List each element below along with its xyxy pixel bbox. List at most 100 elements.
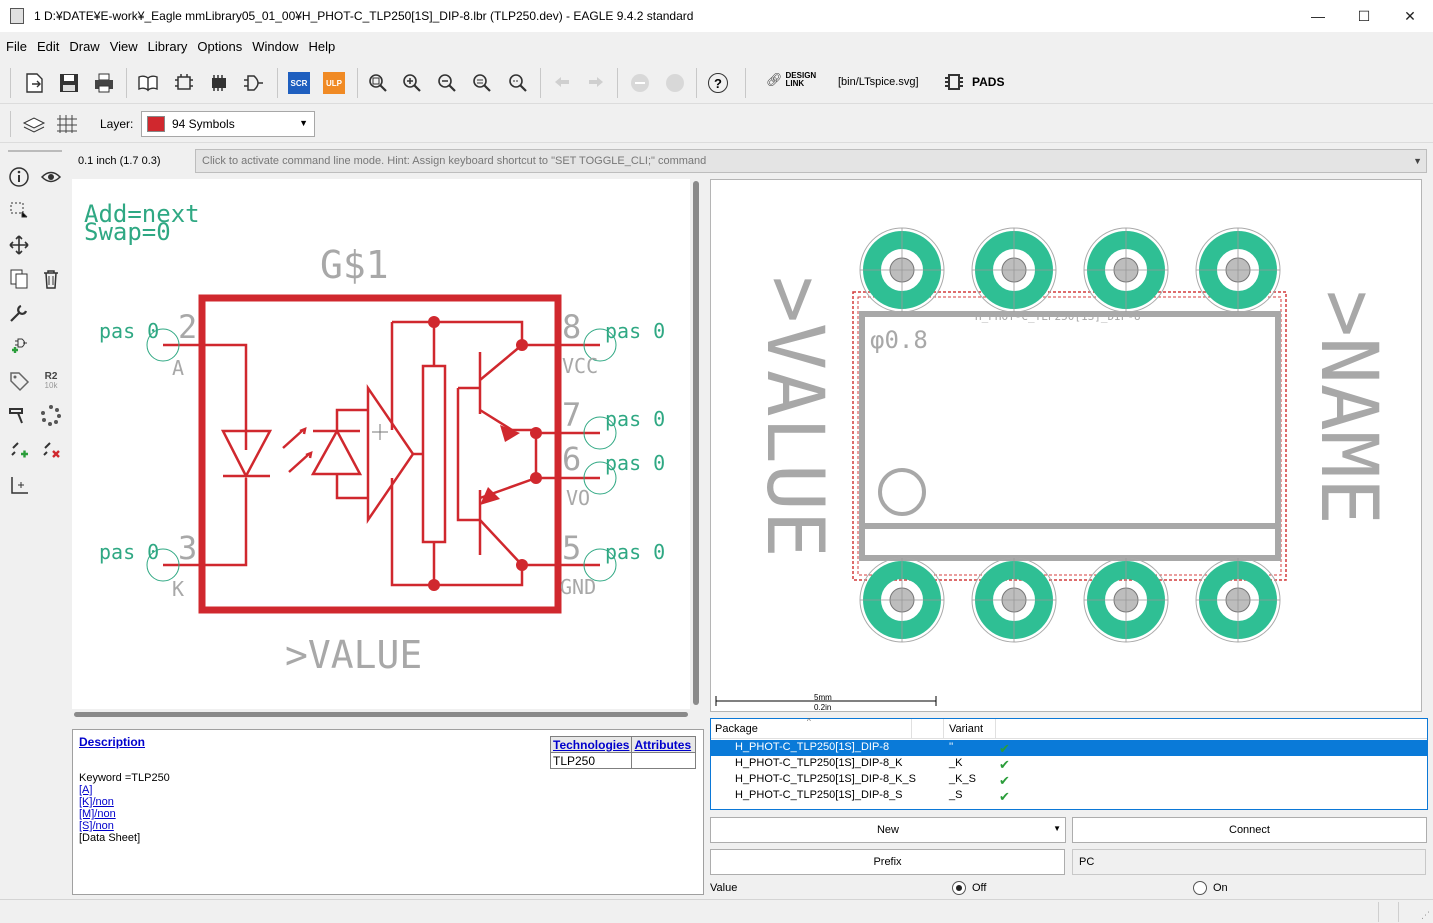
variant-row[interactable]: H_PHOT-C_TLP250[1S]_DIP-8_K _K ✔ bbox=[711, 756, 1427, 772]
variant-row[interactable]: H_PHOT-C_TLP250[1S]_DIP-8 '' ✔ bbox=[711, 740, 1427, 756]
symbol-editor-canvas[interactable]: Add=next Swap=0 G$1 >VALUE pas 0 pas 0 p… bbox=[72, 179, 690, 709]
value-off-radio[interactable] bbox=[952, 881, 966, 895]
ulp-button[interactable]: ULP bbox=[320, 69, 348, 97]
column-variant[interactable]: Variant bbox=[949, 723, 983, 735]
description-link[interactable]: Description bbox=[79, 735, 145, 749]
tag-icon[interactable] bbox=[6, 368, 32, 394]
value-on-radio[interactable] bbox=[1193, 881, 1207, 895]
attributes-link[interactable]: Attributes bbox=[631, 736, 697, 753]
window-title: 1 D:¥DATE¥E-work¥_Eagle mmLibrary05_01_0… bbox=[34, 9, 694, 23]
symbol-vertical-scrollbar[interactable] bbox=[692, 179, 700, 709]
package-name-text: >NAME bbox=[1303, 290, 1393, 525]
variant-row[interactable]: H_PHOT-C_TLP250[1S]_DIP-8_K_S _K_S ✔ bbox=[711, 772, 1427, 788]
symbol-horizontal-scrollbar[interactable] bbox=[72, 710, 690, 718]
wrench-icon[interactable] bbox=[6, 300, 32, 326]
link-a[interactable]: [A] bbox=[79, 784, 170, 796]
help-icon[interactable]: ? bbox=[704, 69, 732, 97]
scroll-thumb[interactable] bbox=[693, 181, 699, 705]
connect-remove-icon[interactable] bbox=[38, 436, 64, 462]
pin6-number: 6 bbox=[562, 440, 581, 478]
value-tool-button[interactable]: R2 10k bbox=[38, 368, 64, 394]
technologies-link[interactable]: Technologies bbox=[549, 736, 633, 753]
layer-settings-icon[interactable] bbox=[22, 113, 48, 138]
new-button[interactable]: New ▼ bbox=[710, 817, 1066, 843]
menu-options[interactable]: Options bbox=[193, 39, 246, 54]
menu-help[interactable]: Help bbox=[304, 39, 339, 54]
pin-name-vo: VO bbox=[566, 486, 590, 510]
copy-icon[interactable] bbox=[6, 266, 32, 292]
grid-icon[interactable] bbox=[56, 113, 82, 138]
menu-view[interactable]: View bbox=[106, 39, 142, 54]
open-library-icon[interactable] bbox=[134, 69, 162, 97]
zoom-select-icon[interactable] bbox=[504, 69, 532, 97]
minimize-button[interactable]: — bbox=[1295, 0, 1341, 32]
sort-arrow-icon: ^ bbox=[807, 717, 811, 726]
script-button[interactable]: SCR bbox=[285, 69, 313, 97]
menu-library[interactable]: Library bbox=[144, 39, 192, 54]
zoom-last-icon[interactable] bbox=[468, 69, 496, 97]
connect-button[interactable]: Connect bbox=[1072, 817, 1427, 843]
resize-grip-icon[interactable]: ⋰ bbox=[1421, 910, 1430, 921]
layer-select[interactable]: 94 Symbols ▼ bbox=[141, 111, 315, 137]
menu-edit[interactable]: Edit bbox=[33, 39, 63, 54]
chevron-down-icon[interactable]: ▼ bbox=[1413, 150, 1422, 172]
menu-window[interactable]: Window bbox=[248, 39, 302, 54]
rotate-dots-icon[interactable] bbox=[38, 402, 64, 428]
layer-bar: Layer: 94 Symbols ▼ bbox=[0, 105, 1433, 143]
add-part-icon[interactable] bbox=[6, 334, 32, 360]
toolbar-separator bbox=[745, 68, 746, 98]
command-line-input[interactable]: Click to activate command line mode. Hin… bbox=[195, 149, 1427, 173]
pin-name-k: K bbox=[172, 577, 184, 601]
move-icon[interactable] bbox=[6, 232, 32, 258]
design-link-button[interactable]: 🔗︎ DESIGN LINK bbox=[766, 72, 816, 88]
package-view-icon[interactable] bbox=[205, 69, 233, 97]
link-k[interactable]: [K]/non bbox=[79, 796, 170, 808]
pin-name-gnd: GND bbox=[560, 575, 596, 599]
device-view-icon[interactable] bbox=[240, 69, 268, 97]
layer-color-swatch bbox=[147, 116, 165, 132]
stop-icon[interactable] bbox=[626, 69, 654, 97]
pads-button[interactable]: PADS bbox=[944, 72, 1004, 92]
smash-icon[interactable] bbox=[6, 402, 32, 428]
new-file-icon[interactable] bbox=[20, 69, 48, 97]
package-name-label: H_PHOT-C_TLP250[1S]_DIP-8 bbox=[975, 310, 1141, 323]
check-icon: ✔ bbox=[999, 757, 1010, 772]
package-variant-list[interactable]: Package ^ Variant H_PHOT-C_TLP250[1S]_DI… bbox=[710, 717, 1428, 810]
zoom-out-icon[interactable] bbox=[433, 69, 461, 97]
info-icon[interactable] bbox=[6, 164, 32, 190]
delete-icon[interactable] bbox=[38, 266, 64, 292]
cursor-crosshair bbox=[372, 424, 388, 440]
pad bbox=[859, 227, 945, 313]
column-package[interactable]: Package bbox=[715, 723, 758, 735]
menu-draw[interactable]: Draw bbox=[65, 39, 103, 54]
origin-icon[interactable] bbox=[6, 472, 32, 498]
zoom-in-icon[interactable] bbox=[398, 69, 426, 97]
show-icon[interactable] bbox=[38, 164, 64, 190]
app-icon bbox=[10, 8, 24, 24]
menu-file[interactable]: File bbox=[2, 39, 31, 54]
command-hint: Click to activate command line mode. Hin… bbox=[202, 155, 707, 167]
close-button[interactable]: ✕ bbox=[1387, 0, 1433, 32]
pin8-label: pas 0 bbox=[605, 319, 665, 343]
link-s[interactable]: [S]/non bbox=[79, 820, 170, 832]
variant-list-header: Package ^ Variant bbox=[711, 717, 1427, 739]
redo-icon[interactable] bbox=[582, 69, 610, 97]
script-path-dropdown[interactable]: [bin/LTspice.svg] bbox=[838, 76, 919, 88]
connect-add-icon[interactable] bbox=[6, 436, 32, 462]
status-segment bbox=[1398, 902, 1399, 922]
print-icon[interactable] bbox=[90, 69, 118, 97]
scroll-thumb[interactable] bbox=[74, 712, 688, 717]
variant-name: _K bbox=[949, 757, 963, 769]
maximize-button[interactable]: ☐ bbox=[1341, 0, 1387, 32]
group-select-icon[interactable] bbox=[6, 198, 32, 224]
zoom-fit-icon[interactable] bbox=[364, 69, 392, 97]
variant-row[interactable]: H_PHOT-C_TLP250[1S]_DIP-8_S _S ✔ bbox=[711, 788, 1427, 804]
variant-package: H_PHOT-C_TLP250[1S]_DIP-8_K bbox=[735, 757, 903, 769]
symbol-view-icon[interactable] bbox=[170, 69, 198, 97]
prefix-button[interactable]: Prefix bbox=[710, 849, 1065, 875]
package-preview[interactable]: H_PHOT-C_TLP250[1S]_DIP-8 φ0.8 >VALUE >N… bbox=[710, 179, 1422, 712]
save-icon[interactable] bbox=[55, 69, 83, 97]
undo-icon[interactable] bbox=[548, 69, 576, 97]
link-m[interactable]: [M]/non bbox=[79, 808, 170, 820]
go-icon[interactable] bbox=[661, 69, 689, 97]
